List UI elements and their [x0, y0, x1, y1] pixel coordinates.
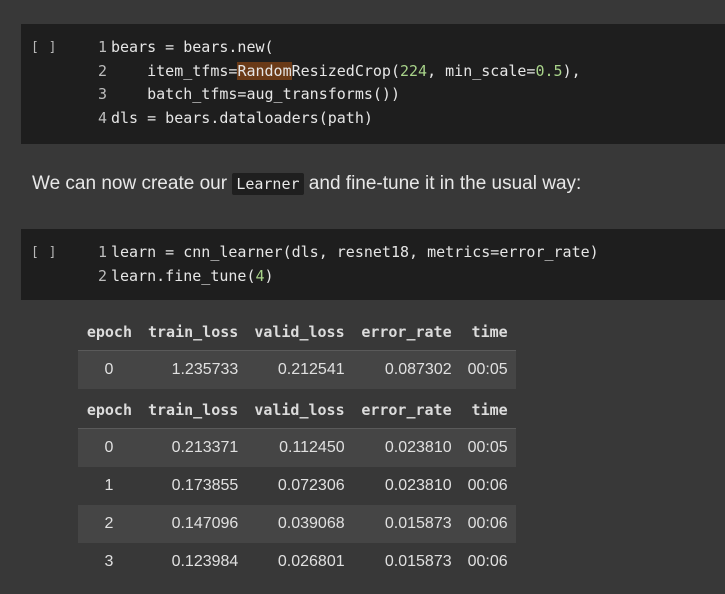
run-cell-button[interactable]: [ ] — [31, 40, 57, 55]
header-time: time — [459, 391, 516, 429]
code-editor[interactable]: 1 bears = bears.new(2 item_tfms=RandomRes… — [89, 36, 581, 130]
code-token: item_tfms= — [111, 61, 238, 80]
markdown-text-after: and fine-tune it in the usual way: — [303, 173, 582, 194]
cell-valid-loss: 0.072306 — [277, 477, 345, 494]
cell-error-rate: 0.015873 — [352, 505, 460, 543]
cell-train-loss: 0.213371 — [140, 428, 247, 467]
header-error-rate: error_rate — [352, 313, 460, 351]
notebook-page: [ ] 1 bears = bears.new(2 item_tfms=Rando… — [0, 0, 725, 594]
table-row: 0 0.213371 0.112450 0.023810 00:05 — [78, 428, 516, 467]
cell-time: 00:06 — [459, 505, 516, 543]
line-number: 4 — [97, 108, 107, 127]
code-editor[interactable]: 1 learn = cnn_learner(dls, resnet18, metr… — [89, 241, 599, 288]
markdown-text: We can now create our Learner and fine-t… — [32, 173, 581, 195]
header-error-rate: error_rate — [352, 391, 460, 429]
cell-time: 00:05 — [459, 350, 516, 389]
code-line[interactable]: 2 learn.fine_tune(4) — [89, 265, 599, 289]
cell-error-rate: 0.015873 — [384, 553, 452, 570]
training-results-table-frozen: epoch train_loss valid_loss error_rate time … — [78, 313, 516, 389]
code-number-literal: 224 — [400, 61, 428, 80]
table-header-row: epoch train_loss valid_loss error_rate time — [78, 313, 516, 351]
cell-epoch: 3 — [104, 553, 114, 570]
code-token: ) — [264, 266, 274, 285]
cell-error-rate: 0.087302 — [352, 350, 460, 389]
table-header-row: epoch train_loss valid_loss error_rate time — [78, 391, 516, 429]
cell-valid-loss: 0.212541 — [246, 350, 353, 389]
header-time: time — [459, 313, 516, 351]
code-match-highlight: Random — [237, 61, 292, 80]
code-number-literal: 4 — [255, 266, 265, 285]
code-line[interactable]: 4 dls = bears.dataloaders(path) — [89, 107, 581, 131]
cell-time: 00:05 — [459, 428, 516, 467]
code-token: bears = bears.new( — [111, 38, 274, 56]
code-token: ), — [562, 61, 581, 80]
cell-time: 00:06 — [467, 477, 508, 494]
cell-time: 00:06 — [467, 553, 508, 570]
line-number: 1 — [97, 243, 107, 261]
code-cell-learner[interactable]: [ ] 1 learn = cnn_learner(dls, resnet18, … — [21, 229, 725, 300]
line-number: 3 — [97, 85, 107, 103]
header-train-loss: train_loss — [140, 391, 247, 429]
header-valid-loss: valid_loss — [246, 391, 353, 429]
code-token: learn = cnn_learner(dls, resnet18, metri… — [111, 243, 599, 261]
cell-epoch: 1 — [104, 477, 114, 494]
cell-epoch: 0 — [78, 350, 140, 389]
cell-epoch: 2 — [78, 505, 140, 543]
markdown-text-before: We can now create our — [32, 173, 233, 194]
table-row: 1 0.173855 0.072306 0.023810 00:06 — [78, 467, 516, 505]
code-line[interactable]: 1 learn = cnn_learner(dls, resnet18, metr… — [89, 241, 599, 265]
line-number: 2 — [97, 266, 107, 285]
run-cell-button[interactable]: [ ] — [31, 245, 57, 260]
cell-epoch: 0 — [78, 428, 140, 467]
cell-valid-loss: 0.039068 — [246, 505, 353, 543]
code-token: learn.fine_tune( — [111, 266, 256, 285]
header-valid-loss: valid_loss — [246, 313, 353, 351]
code-number-literal: 0.5 — [535, 61, 563, 80]
table-row: 3 0.123984 0.026801 0.015873 00:06 — [78, 543, 516, 581]
line-number: 2 — [97, 61, 107, 80]
cell-error-rate: 0.023810 — [384, 477, 452, 494]
table-row: 2 0.147096 0.039068 0.015873 00:06 — [78, 505, 516, 543]
cell-valid-loss: 0.026801 — [277, 553, 345, 570]
cell-train-loss: 0.147096 — [140, 505, 247, 543]
code-cell-datablock[interactable]: [ ] 1 bears = bears.new(2 item_tfms=Rando… — [21, 24, 725, 144]
code-line[interactable]: 3 batch_tfms=aug_transforms()) — [89, 83, 581, 107]
cell-valid-loss: 0.112450 — [246, 428, 353, 467]
code-token: , min_scale= — [427, 61, 536, 80]
code-line[interactable]: 2 item_tfms=RandomResizedCrop(224, min_s… — [89, 60, 581, 84]
inline-code-learner: Learner — [232, 173, 304, 195]
code-token: dls = bears.dataloaders(path) — [111, 108, 373, 127]
cell-train-loss: 0.123984 — [171, 553, 239, 570]
cell-error-rate: 0.023810 — [352, 428, 460, 467]
header-train-loss: train_loss — [140, 313, 247, 351]
code-line[interactable]: 1 bears = bears.new( — [89, 36, 581, 60]
line-number: 1 — [97, 38, 107, 56]
table-row: 0 1.235733 0.212541 0.087302 00:05 — [78, 350, 516, 389]
header-epoch: epoch — [78, 391, 140, 429]
code-token: batch_tfms=aug_transforms()) — [111, 85, 400, 103]
cell-train-loss: 1.235733 — [140, 350, 247, 389]
training-results-table-unfrozen: epoch train_loss valid_loss error_rate time … — [78, 391, 516, 581]
code-token: ResizedCrop( — [291, 61, 400, 80]
cell-train-loss: 0.173855 — [171, 477, 239, 494]
header-epoch: epoch — [78, 313, 140, 351]
